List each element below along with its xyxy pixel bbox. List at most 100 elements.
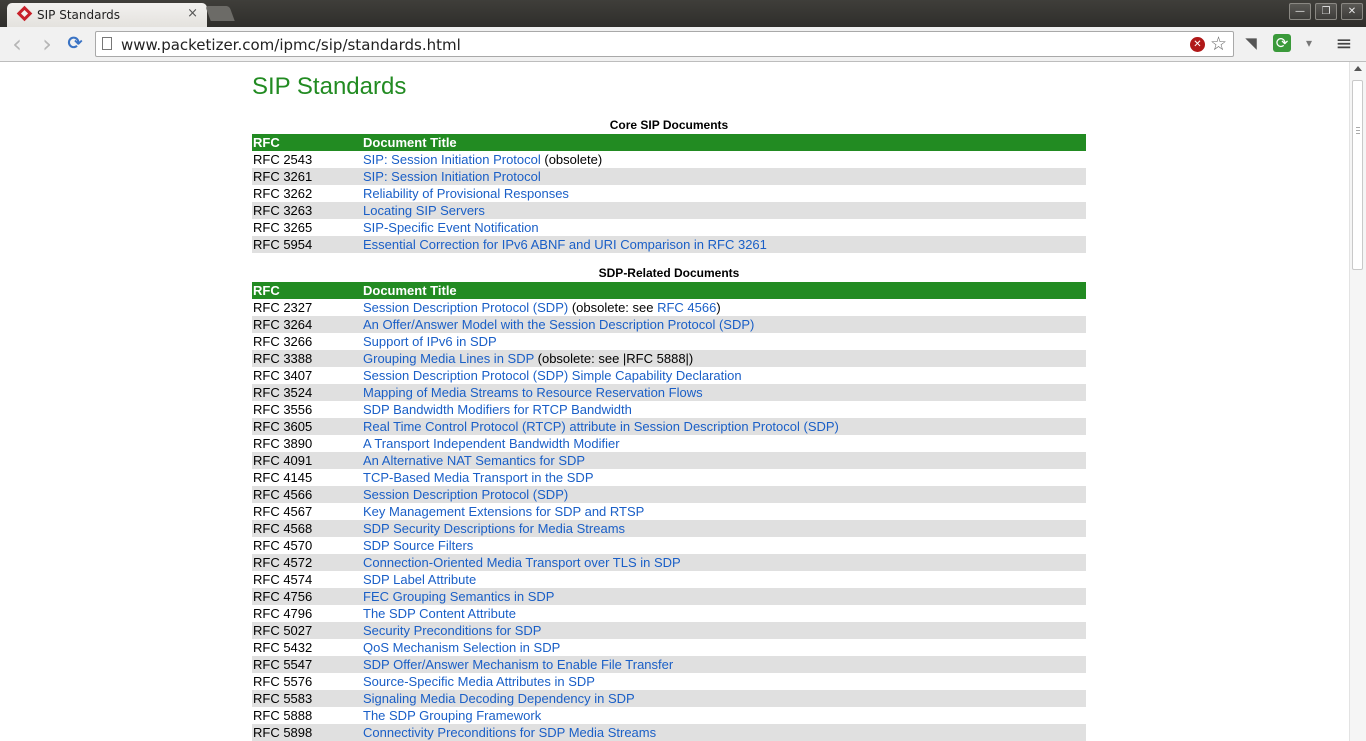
- back-button[interactable]: ‹: [6, 32, 28, 56]
- table-row: RFC 5576 Source-Specific Media Attributes…: [252, 673, 1086, 690]
- rfc-number: RFC 3524: [253, 385, 313, 400]
- document-title-link[interactable]: SDP Label Attribute: [363, 572, 476, 587]
- document-title-link[interactable]: SDP Bandwidth Modifiers for RTCP Bandwid…: [363, 402, 632, 417]
- rfc-number: RFC 3266: [253, 334, 313, 349]
- document-title-link[interactable]: Connectivity Preconditions for SDP Media…: [363, 725, 656, 740]
- table-row: RFC 3265 SIP-Specific Event Notification: [252, 219, 1086, 236]
- document-title-cell: Real Time Control Protocol (RTCP) attrib…: [363, 418, 839, 435]
- document-title-cell: Signaling Media Decoding Dependency in S…: [363, 690, 635, 707]
- document-title-cell: Connectivity Preconditions for SDP Media…: [363, 724, 656, 741]
- document-title-link[interactable]: Grouping Media Lines in SDP: [363, 351, 534, 366]
- core-rows: RFC 2543 SIP: Session Initiation Protocol…: [252, 151, 1086, 253]
- document-title-cell: A Transport Independent Bandwidth Modifi…: [363, 435, 620, 452]
- column-header-rfc: RFC: [253, 135, 280, 150]
- document-title-link[interactable]: FEC Grouping Semantics in SDP: [363, 589, 554, 604]
- minimize-button[interactable]: —: [1289, 3, 1311, 20]
- document-title-link[interactable]: Connection-Oriented Media Transport over…: [363, 555, 681, 570]
- document-title-link[interactable]: QoS Mechanism Selection in SDP: [363, 640, 560, 655]
- grip-line: [1356, 130, 1360, 131]
- document-title-link[interactable]: Session Description Protocol (SDP): [363, 487, 568, 502]
- document-title-cell: Essential Correction for IPv6 ABNF and U…: [363, 236, 767, 253]
- table-row: RFC 5954 Essential Correction for IPv6 AB…: [252, 236, 1086, 253]
- document-title-link[interactable]: Key Management Extensions for SDP and RT…: [363, 504, 644, 519]
- document-title-link[interactable]: Security Preconditions for SDP: [363, 623, 541, 638]
- scroll-up-arrow-icon[interactable]: [1354, 66, 1362, 71]
- document-title-link[interactable]: SDP Source Filters: [363, 538, 473, 553]
- column-header-document-title: Document Title: [363, 283, 457, 298]
- table-row: RFC 5432 QoS Mechanism Selection in SDP: [252, 639, 1086, 656]
- rfc-number: RFC 3263: [253, 203, 313, 218]
- document-title-link[interactable]: SIP: Session Initiation Protocol: [363, 169, 541, 184]
- table-row: RFC 2543 SIP: Session Initiation Protocol…: [252, 151, 1086, 168]
- document-title-link[interactable]: SDP Security Descriptions for Media Stre…: [363, 521, 625, 536]
- document-title-cell: FEC Grouping Semantics in SDP: [363, 588, 554, 605]
- browser-toolbar: ‹ › ⟳ www.packetizer.com/ipmc/sip/standa…: [0, 27, 1366, 62]
- scrollbar-thumb[interactable]: [1352, 80, 1363, 270]
- document-title-link[interactable]: SIP-Specific Event Notification: [363, 220, 539, 235]
- document-title-link[interactable]: Source-Specific Media Attributes in SDP: [363, 674, 595, 689]
- bookmark-star-icon[interactable]: ☆: [1210, 33, 1227, 55]
- new-tab-button[interactable]: [205, 6, 235, 21]
- document-title-cell: The SDP Content Attribute: [363, 605, 516, 622]
- vertical-scrollbar[interactable]: [1349, 62, 1366, 741]
- document-title-link[interactable]: Session Description Protocol (SDP): [363, 300, 568, 315]
- url-text[interactable]: www.packetizer.com/ipmc/sip/standards.ht…: [121, 36, 461, 54]
- document-title-link[interactable]: Signaling Media Decoding Dependency in S…: [363, 691, 635, 706]
- document-title-link[interactable]: SDP Offer/Answer Mechanism to Enable Fil…: [363, 657, 673, 672]
- document-title-cell: Session Description Protocol (SDP) (obso…: [363, 299, 721, 316]
- document-title-link[interactable]: A Transport Independent Bandwidth Modifi…: [363, 436, 620, 451]
- document-title-link[interactable]: Mapping of Media Streams to Resource Res…: [363, 385, 703, 400]
- restore-button[interactable]: ❐: [1315, 3, 1337, 20]
- address-bar[interactable]: www.packetizer.com/ipmc/sip/standards.ht…: [95, 31, 1234, 57]
- document-title-link[interactable]: Locating SIP Servers: [363, 203, 485, 218]
- tab-title: SIP Standards: [37, 8, 121, 22]
- rfc-number: RFC 4567: [253, 504, 313, 519]
- document-title-link[interactable]: An Alternative NAT Semantics for SDP: [363, 453, 585, 468]
- close-window-button[interactable]: ✕: [1341, 3, 1363, 20]
- rfc-number: RFC 5027: [253, 623, 313, 638]
- pocket-icon[interactable]: ◥: [1242, 34, 1260, 52]
- replacement-rfc-link[interactable]: RFC 4566: [657, 300, 716, 315]
- document-title-cell: SIP-Specific Event Notification: [363, 219, 539, 236]
- tab-close-icon[interactable]: ×: [187, 6, 198, 21]
- status-note: (obsolete: see: [568, 300, 658, 315]
- stop-extension-icon[interactable]: ✕: [1190, 37, 1205, 52]
- document-title-link[interactable]: Support of IPv6 in SDP: [363, 334, 497, 349]
- document-title-cell: QoS Mechanism Selection in SDP: [363, 639, 560, 656]
- tab-sip-standards[interactable]: SIP Standards ×: [7, 3, 207, 27]
- document-title-link[interactable]: Essential Correction for IPv6 ABNF and U…: [363, 237, 767, 252]
- section-title: SDP-Related Documents: [598, 266, 740, 280]
- document-title-link[interactable]: Real Time Control Protocol (RTCP) attrib…: [363, 419, 839, 434]
- table-row: RFC 4566 Session Description Protocol (SD…: [252, 486, 1086, 503]
- rfc-number: RFC 5576: [253, 674, 313, 689]
- document-title-cell: SDP Offer/Answer Mechanism to Enable Fil…: [363, 656, 673, 673]
- document-title-cell: Session Description Protocol (SDP): [363, 486, 568, 503]
- document-title-link[interactable]: The SDP Grouping Framework: [363, 708, 541, 723]
- document-title-link[interactable]: An Offer/Answer Model with the Session D…: [363, 317, 754, 332]
- table-row: RFC 4574 SDP Label Attribute: [252, 571, 1086, 588]
- chrome-menu-icon[interactable]: ≡: [1335, 33, 1353, 53]
- extension-dropdown-icon[interactable]: ▾: [1300, 34, 1318, 52]
- document-title-link[interactable]: Reliability of Provisional Responses: [363, 186, 569, 201]
- forward-button[interactable]: ›: [36, 32, 58, 56]
- table-row: RFC 3524 Mapping of Media Streams to Reso…: [252, 384, 1086, 401]
- column-header-document-title: Document Title: [363, 135, 457, 150]
- document-title-link[interactable]: SIP: Session Initiation Protocol: [363, 152, 541, 167]
- document-title-link[interactable]: Session Description Protocol (SDP) Simpl…: [363, 368, 742, 383]
- document-title-cell: Locating SIP Servers: [363, 202, 485, 219]
- document-title-cell: SIP: Session Initiation Protocol: [363, 168, 541, 185]
- rfc-number: RFC 4091: [253, 453, 313, 468]
- table-row: RFC 4567 Key Management Extensions for SD…: [252, 503, 1086, 520]
- table-row: RFC 3266 Support of IPv6 in SDP: [252, 333, 1086, 350]
- table-row: RFC 3556 SDP Bandwidth Modifiers for RTCP…: [252, 401, 1086, 418]
- document-title-link[interactable]: The SDP Content Attribute: [363, 606, 516, 621]
- rfc-number: RFC 3556: [253, 402, 313, 417]
- page-icon: [102, 37, 112, 50]
- sdp-related-documents-section: SDP-Related Documents RFC Document Title…: [252, 265, 1086, 741]
- document-title-link[interactable]: TCP-Based Media Transport in the SDP: [363, 470, 594, 485]
- rfc-number: RFC 4566: [253, 487, 313, 502]
- reload-button[interactable]: ⟳: [64, 33, 86, 55]
- document-title-cell: Key Management Extensions for SDP and RT…: [363, 503, 644, 520]
- rfc-number: RFC 4796: [253, 606, 313, 621]
- extension-refresh-icon[interactable]: ⟳: [1273, 34, 1291, 52]
